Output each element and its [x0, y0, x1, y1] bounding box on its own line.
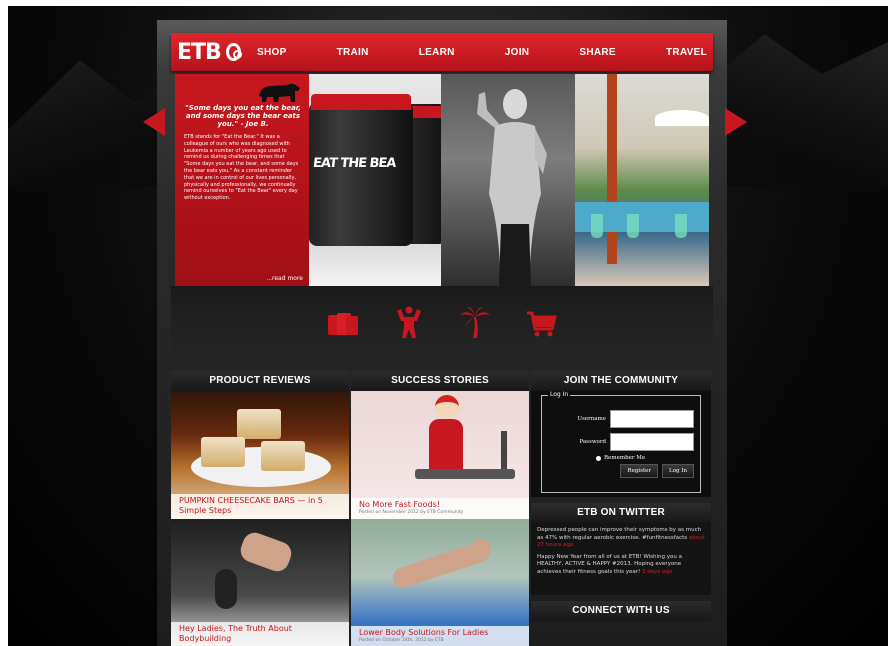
twitter-heading: ETB ON TWITTER — [531, 503, 711, 523]
login-form: Log In Username Password Remember Me Reg… — [541, 391, 701, 493]
nav-item-shop[interactable]: SHOP — [257, 47, 287, 58]
card-caption: Lower Body Solutions For Ladies Posted o… — [351, 626, 529, 646]
drink-glass — [591, 214, 603, 238]
slide-photo-resort[interactable] — [575, 74, 709, 286]
logo-mark-icon — [225, 43, 243, 61]
quote-body: ETB stands for "Eat the Bear." It was a … — [184, 134, 299, 202]
login-legend: Log In — [548, 391, 571, 398]
success-stories-heading: SUCCESS STORIES — [351, 371, 529, 391]
athlete-figure — [237, 529, 295, 575]
product-lid — [311, 94, 411, 110]
cart-icon[interactable] — [525, 305, 557, 339]
card-title[interactable]: No More Fast Foods! — [359, 500, 521, 510]
register-button[interactable]: Register — [620, 464, 659, 478]
quote-panel: "Some days you eat the bear, and some da… — [175, 74, 309, 286]
bear-icon — [259, 83, 300, 102]
page-background: ETB SHOP TRAIN LEARN JOIN SHARE TRAVEL "… — [8, 6, 888, 646]
cheesecake-bar — [261, 441, 305, 471]
story-card[interactable]: Lower Body Solutions For Ladies Posted o… — [351, 519, 529, 646]
password-label: Password — [579, 439, 606, 445]
tweet: Depressed people can improve their sympt… — [537, 527, 705, 550]
main-nav: ETB SHOP TRAIN LEARN JOIN SHARE TRAVEL — [171, 33, 713, 71]
clown-head — [435, 395, 459, 419]
drink-glass — [675, 214, 687, 238]
umbrella — [655, 110, 709, 126]
card-meta: Posted on October 24th, 2012 by ETB — [359, 638, 444, 643]
nav-items: SHOP TRAIN LEARN JOIN SHARE TRAVEL — [257, 33, 707, 71]
username-input[interactable] — [610, 410, 694, 428]
slider-prev-arrow-icon[interactable] — [143, 108, 165, 136]
slide-photo-product[interactable]: EAT THE BEA — [309, 74, 441, 286]
join-community-heading: JOIN THE COMMUNITY — [531, 371, 711, 391]
logo-text: ETB — [177, 39, 222, 65]
connect-heading: CONNECT WITH US — [531, 601, 711, 621]
product-reviews-column: PRODUCT REVIEWS PUMPKIN CHEESECAKE BARS … — [171, 371, 349, 646]
palm-tree-icon[interactable] — [459, 305, 491, 339]
card-title[interactable]: PUMPKIN CHEESECAKE BARS — in 5 Simple St… — [179, 496, 341, 516]
card-caption: No More Fast Foods! Posted on November 2… — [351, 498, 529, 519]
cheesecake-bar — [201, 437, 245, 467]
login-buttons: Register Log In — [548, 464, 694, 478]
card-caption: PUMPKIN CHEESECAKE BARS — in 5 Simple St… — [171, 494, 349, 519]
nav-item-train[interactable]: TRAIN — [337, 47, 369, 58]
success-stories-column: SUCCESS STORIES No More Fast Foods! Post… — [351, 371, 529, 646]
username-row: Username — [548, 410, 694, 428]
athlete-figure — [477, 89, 547, 286]
username-label: Username — [577, 416, 606, 422]
story-card[interactable]: No More Fast Foods! Posted on November 2… — [351, 391, 529, 519]
bodybuilder-icon[interactable] — [393, 305, 425, 339]
remember-me-label: Remember Me — [604, 455, 646, 461]
product-tub — [309, 102, 413, 246]
athlete-head — [471, 539, 491, 559]
umbrella-pole — [607, 74, 617, 264]
community-column: JOIN THE COMMUNITY Log In Username Passw… — [531, 371, 711, 621]
nav-item-travel[interactable]: TRAVEL — [666, 47, 707, 58]
dumbbell — [215, 569, 237, 609]
tweet-text: Depressed people can improve their sympt… — [537, 527, 702, 541]
tweet: Happy New Year from all of us at ETB! Wi… — [537, 554, 705, 577]
tweet-time[interactable]: 3 days ago — [642, 569, 672, 575]
quote-heading: "Some days you eat the bear, and some da… — [185, 104, 301, 128]
site-container: ETB SHOP TRAIN LEARN JOIN SHARE TRAVEL "… — [143, 20, 747, 646]
password-row: Password — [548, 433, 694, 451]
read-more-link[interactable]: ...read more — [266, 275, 303, 282]
card-title[interactable]: Hey Ladies, The Truth About Bodybuilding — [179, 624, 341, 644]
password-input[interactable] — [610, 433, 694, 451]
review-card[interactable]: PUMPKIN CHEESECAKE BARS — in 5 Simple St… — [171, 391, 349, 519]
slide-photo-athlete[interactable] — [441, 74, 575, 286]
cheesecake-bar — [237, 409, 281, 439]
product-reviews-heading: PRODUCT REVIEWS — [171, 371, 349, 391]
logo[interactable]: ETB — [177, 39, 243, 65]
nav-item-join[interactable]: JOIN — [505, 47, 530, 58]
drink-glass — [627, 214, 639, 238]
hero-slider: "Some days you eat the bear, and some da… — [143, 74, 747, 286]
category-icon-band — [171, 286, 713, 358]
login-button[interactable]: Log In — [662, 464, 694, 478]
review-card[interactable]: Hey Ladies, The Truth About Bodybuilding — [171, 519, 349, 646]
login-panel: Log In Username Password Remember Me Reg… — [531, 391, 711, 497]
supplements-icon[interactable] — [327, 305, 359, 339]
nav-item-share[interactable]: SHARE — [579, 47, 616, 58]
card-caption: Hey Ladies, The Truth About Bodybuilding — [171, 622, 349, 646]
remember-me-row[interactable]: Remember Me — [548, 455, 694, 461]
card-meta: Posted on November 2012 by ETB Community — [359, 510, 464, 515]
nav-item-learn[interactable]: LEARN — [419, 47, 455, 58]
remember-me-radio-icon[interactable] — [596, 455, 601, 461]
card-title[interactable]: Lower Body Solutions For Ladies — [359, 628, 521, 638]
treadmill — [415, 469, 515, 479]
product-label: EAT THE BEA — [312, 156, 397, 171]
slider-next-arrow-icon[interactable] — [725, 108, 747, 136]
twitter-feed: Depressed people can improve their sympt… — [531, 523, 711, 595]
